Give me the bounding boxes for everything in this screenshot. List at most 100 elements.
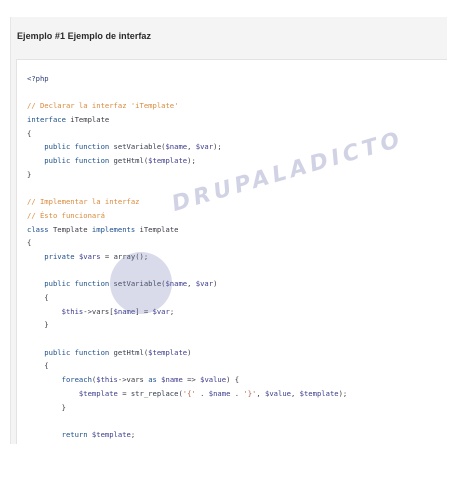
- code-line: {: [27, 127, 447, 141]
- code-token: // Declarar la interfaz 'iTemplate': [27, 101, 179, 111]
- code-line: {: [27, 291, 447, 305]
- code-token: $name: [165, 279, 188, 289]
- code-token: ] =: [135, 306, 153, 316]
- code-block: <?php // Declarar la interfaz 'iTemplate…: [27, 72, 447, 444]
- code-token: '{': [182, 388, 196, 398]
- code-token: return: [27, 429, 92, 439]
- code-line: public function getHtml($template): [27, 346, 447, 360]
- code-token: );: [338, 388, 348, 398]
- code-line: <?php: [27, 72, 447, 86]
- code-token: }: [27, 169, 32, 179]
- code-token: =: [100, 251, 114, 261]
- code-token: ;: [169, 306, 175, 316]
- code-token: {: [27, 238, 32, 248]
- code-token: $value: [200, 375, 227, 385]
- code-line: $this->vars[$name] = $var;: [27, 305, 447, 319]
- code-token: $this: [96, 375, 118, 385]
- code-token: <?php: [27, 74, 49, 83]
- code-token: array: [113, 251, 136, 261]
- code-token: class: [27, 224, 53, 234]
- code-token: iTemplate: [70, 115, 110, 125]
- code-token: ,: [256, 388, 266, 398]
- example-title: Ejemplo #1 Ejemplo de interfaz: [17, 31, 152, 41]
- code-token: interface: [27, 115, 71, 125]
- code-line: }: [27, 318, 447, 332]
- code-token: );: [213, 142, 222, 152]
- code-token: {: [27, 361, 49, 371]
- code-token: .: [195, 388, 209, 398]
- code-token: setVariable: [113, 279, 162, 289]
- code-token: $name: [161, 375, 183, 385]
- code-token: $this: [27, 306, 84, 316]
- code-token: ,: [291, 388, 300, 398]
- code-token: str_replace: [130, 388, 179, 398]
- code-token: $template: [299, 388, 339, 398]
- code-token: =: [117, 388, 131, 398]
- code-token: $name: [208, 388, 231, 398]
- code-token: ,: [187, 142, 196, 152]
- code-token: $template: [148, 156, 188, 166]
- code-token: =>: [182, 375, 201, 385]
- code-line: foreach($this->vars as $name => $value) …: [27, 373, 447, 387]
- code-token: ) {: [226, 375, 240, 385]
- code-token: vars: [91, 306, 110, 316]
- example-box: Ejemplo #1 Ejemplo de interfaz <?php // …: [10, 17, 447, 444]
- code-token: getHtml: [113, 347, 144, 357]
- code-line: // Declarar la interfaz 'iTemplate': [27, 99, 447, 113]
- code-token: $name: [113, 306, 136, 316]
- code-line: class Template implements iTemplate: [27, 223, 447, 237]
- code-token: '}': [243, 388, 257, 398]
- code-token: public function: [27, 279, 114, 289]
- code-line: // Implementar la interfaz: [27, 195, 447, 209]
- code-token: public function: [27, 156, 114, 166]
- code-token: }: [27, 402, 66, 412]
- code-token: );: [187, 156, 196, 166]
- code-token: implements: [91, 224, 140, 234]
- code-token: // Implementar la interfaz: [27, 197, 140, 207]
- code-token: ();: [135, 251, 149, 261]
- code-line: }: [27, 401, 447, 415]
- code-line: }: [27, 442, 447, 445]
- code-token: $var: [195, 279, 214, 289]
- code-token: $name: [165, 142, 188, 152]
- code-token: {: [27, 293, 49, 302]
- code-token: ->vars: [117, 375, 149, 385]
- code-token: public function: [27, 347, 114, 357]
- code-token: // Ésto funcionará: [27, 210, 105, 220]
- code-line: }: [27, 168, 447, 182]
- code-token: $template: [148, 347, 188, 357]
- code-line: {: [27, 236, 447, 250]
- code-token: private: [27, 251, 79, 261]
- code-token: setVariable: [113, 142, 162, 152]
- code-token: }: [27, 320, 49, 330]
- code-line: public function setVariable($name, $var): [27, 277, 447, 291]
- code-line: // Ésto funcionará: [27, 209, 447, 223]
- code-token: $template: [27, 388, 118, 398]
- code-token: iTemplate: [139, 224, 179, 234]
- code-line: return $template;: [27, 428, 447, 442]
- code-token: as: [148, 375, 162, 385]
- code-panel[interactable]: <?php // Declarar la interfaz 'iTemplate…: [16, 59, 447, 444]
- code-line: public function getHtml($template);: [27, 154, 447, 168]
- code-token: foreach: [27, 375, 92, 385]
- code-token: $var: [195, 142, 214, 152]
- code-token: {: [27, 128, 32, 138]
- code-token: $value: [265, 388, 291, 398]
- code-line: private $vars = array();: [27, 250, 447, 264]
- code-line: {: [27, 359, 447, 373]
- code-token: $var: [152, 306, 170, 316]
- code-token: ;: [130, 429, 136, 439]
- code-token: Template: [52, 224, 92, 234]
- code-token: $template: [91, 429, 131, 439]
- code-token: ): [213, 279, 218, 289]
- code-token: .: [230, 388, 244, 398]
- code-line: interface iTemplate: [27, 113, 447, 127]
- code-token: ,: [187, 279, 196, 289]
- code-line: public function setVariable($name, $var)…: [27, 140, 447, 154]
- code-token: $vars: [78, 251, 101, 261]
